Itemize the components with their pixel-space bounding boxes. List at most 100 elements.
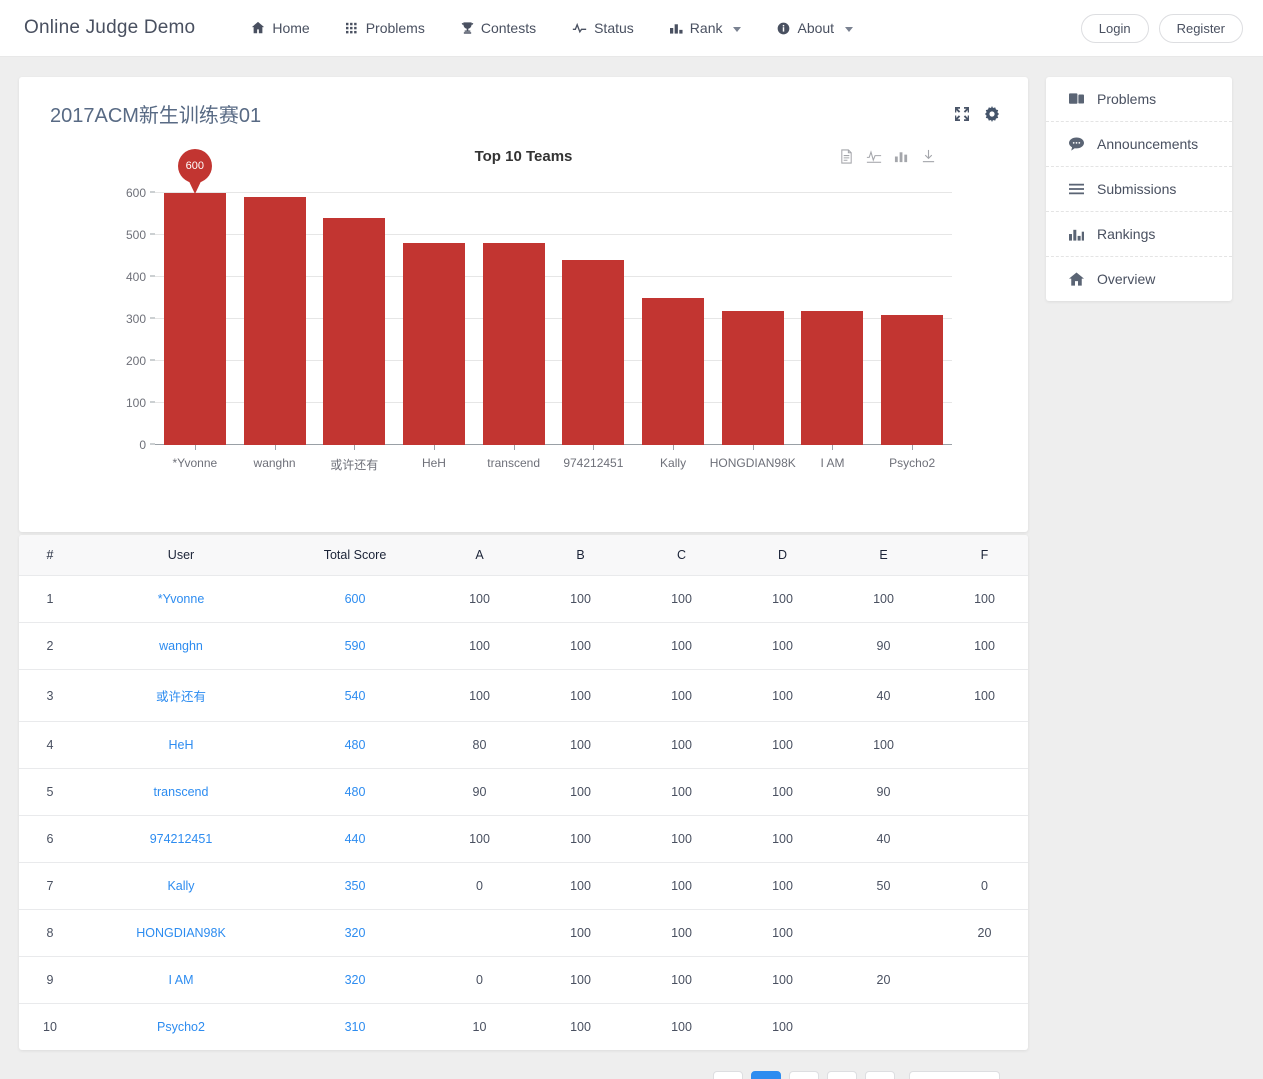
bar[interactable] bbox=[482, 243, 545, 445]
sidebar-item-problems[interactable]: Problems bbox=[1046, 77, 1232, 122]
cell-total-score[interactable]: 440 bbox=[281, 815, 429, 863]
bar[interactable] bbox=[881, 314, 944, 445]
prev-page-button[interactable]: ‹ bbox=[713, 1071, 744, 1079]
cell-rank: 6 bbox=[19, 815, 81, 863]
cell-user-link[interactable]: HONGDIAN98K bbox=[136, 926, 226, 940]
cell-total-score-link[interactable]: 320 bbox=[345, 926, 366, 940]
cell-user[interactable]: HeH bbox=[81, 721, 281, 769]
bar[interactable] bbox=[243, 197, 306, 445]
cell-total-score-link[interactable]: 590 bbox=[345, 639, 366, 653]
x-axis-tick-mark bbox=[832, 445, 834, 450]
cell-total-score[interactable]: 310 bbox=[281, 1004, 429, 1051]
bar-group[interactable]: Psycho2 bbox=[872, 193, 952, 470]
bar-group[interactable]: HONGDIAN98K bbox=[710, 193, 796, 470]
cell-user-link[interactable]: HeH bbox=[168, 738, 193, 752]
cell-user-link[interactable]: Kally bbox=[167, 879, 194, 893]
page-button-2[interactable]: 2 bbox=[789, 1071, 820, 1079]
x-axis-tick-label: 974212451 bbox=[563, 456, 624, 470]
bar-group[interactable]: wanghn bbox=[235, 193, 315, 470]
page-button-3[interactable]: 3 bbox=[827, 1071, 858, 1079]
cell-user[interactable]: *Yvonne bbox=[81, 575, 281, 623]
nav-item-status[interactable]: Status bbox=[554, 20, 652, 36]
bar-group[interactable]: 600 *Yvonne bbox=[155, 149, 235, 470]
login-button[interactable]: Login bbox=[1080, 14, 1149, 43]
cell-total-score[interactable]: 590 bbox=[281, 622, 429, 670]
cell-total-score-link[interactable]: 310 bbox=[345, 1020, 366, 1034]
nav-item-home[interactable]: Home bbox=[233, 20, 327, 36]
cell-user[interactable]: Psycho2 bbox=[81, 1004, 281, 1051]
bar[interactable] bbox=[323, 218, 386, 445]
cell-user[interactable]: HONGDIAN98K bbox=[81, 909, 281, 957]
nav-item-about[interactable]: About bbox=[759, 20, 871, 36]
bar-chart-icon[interactable] bbox=[894, 149, 909, 164]
sidebar-item-overview[interactable]: Overview bbox=[1046, 257, 1232, 301]
page-size-select[interactable]: 10 /page bbox=[909, 1071, 1000, 1079]
cell-total-score-link[interactable]: 320 bbox=[345, 973, 366, 987]
brand-logo[interactable]: Online Judge Demo bbox=[24, 17, 195, 39]
cell-problem-e: 90 bbox=[833, 622, 934, 670]
cell-total-score-link[interactable]: 350 bbox=[345, 879, 366, 893]
cell-problem-d: 100 bbox=[732, 956, 833, 1004]
bar[interactable] bbox=[721, 310, 784, 445]
bar[interactable] bbox=[801, 310, 864, 445]
bar-group[interactable]: I AM bbox=[793, 193, 873, 470]
sidebar-item-announcements[interactable]: Announcements bbox=[1046, 122, 1232, 167]
cell-user[interactable]: transcend bbox=[81, 768, 281, 816]
data-view-icon[interactable] bbox=[839, 149, 854, 164]
cell-total-score-link[interactable]: 480 bbox=[345, 785, 366, 799]
cell-total-score[interactable]: 540 bbox=[281, 669, 429, 722]
table-row: 9I AM 320 0 100 100 100 20 bbox=[19, 956, 1028, 1004]
gear-icon[interactable] bbox=[984, 105, 1000, 122]
cell-user-link[interactable]: transcend bbox=[154, 785, 209, 799]
pulse-icon bbox=[572, 22, 587, 35]
nav-item-problems[interactable]: Problems bbox=[328, 20, 443, 36]
cell-user-link[interactable]: 974212451 bbox=[150, 832, 213, 846]
bar[interactable] bbox=[402, 243, 465, 445]
download-icon[interactable] bbox=[921, 149, 936, 164]
cell-user[interactable]: I AM bbox=[81, 956, 281, 1004]
cell-user-link[interactable]: 或许还有 bbox=[156, 690, 206, 704]
bar[interactable] bbox=[642, 298, 705, 445]
nav-item-contests[interactable]: Contests bbox=[443, 20, 554, 36]
cell-user[interactable]: 或许还有 bbox=[81, 669, 281, 722]
x-axis-tick-mark bbox=[673, 445, 675, 450]
bar-chart-icon bbox=[1068, 228, 1084, 241]
cell-total-score-link[interactable]: 440 bbox=[345, 832, 366, 846]
cell-user[interactable]: wanghn bbox=[81, 622, 281, 670]
cell-total-score[interactable]: 480 bbox=[281, 721, 429, 769]
table-row: 2 wanghn 590 100 100 100 100 90 100 bbox=[19, 622, 1028, 670]
expand-icon[interactable] bbox=[954, 106, 970, 122]
cell-user-link[interactable]: Psycho2 bbox=[157, 1020, 205, 1034]
cell-user-link[interactable]: I AM bbox=[168, 973, 193, 987]
cell-total-score-link[interactable]: 540 bbox=[345, 689, 366, 703]
cell-user[interactable]: Kally bbox=[81, 862, 281, 910]
bar-group[interactable]: 或许还有 bbox=[314, 193, 394, 472]
bar[interactable] bbox=[562, 260, 625, 445]
bar-group[interactable]: transcend bbox=[474, 193, 554, 470]
cell-total-score[interactable]: 350 bbox=[281, 862, 429, 910]
chevron-down-icon bbox=[845, 26, 854, 32]
bar-group[interactable]: Kally bbox=[633, 193, 713, 470]
cell-user[interactable]: 974212451 bbox=[81, 815, 281, 863]
cell-total-score[interactable]: 320 bbox=[281, 909, 429, 957]
cell-total-score[interactable]: 320 bbox=[281, 956, 429, 1004]
cell-user-link[interactable]: *Yvonne bbox=[158, 592, 205, 606]
nav-item-rank[interactable]: Rank bbox=[652, 20, 760, 36]
cell-problem-e: 90 bbox=[833, 768, 934, 816]
cell-total-score-link[interactable]: 480 bbox=[345, 738, 366, 752]
bar[interactable]: 600 bbox=[163, 149, 226, 445]
cell-user-link[interactable]: wanghn bbox=[159, 639, 203, 653]
sidebar-item-rankings[interactable]: Rankings bbox=[1046, 212, 1232, 257]
cell-total-score[interactable]: 600 bbox=[281, 575, 429, 623]
cell-problem-d: 100 bbox=[732, 909, 833, 957]
bar-group[interactable]: 974212451 bbox=[554, 193, 634, 470]
next-page-button[interactable]: › bbox=[865, 1071, 896, 1079]
bar-group[interactable]: HeH bbox=[394, 193, 474, 470]
page-button-1[interactable]: 1 bbox=[751, 1071, 782, 1079]
cell-total-score[interactable]: 480 bbox=[281, 768, 429, 816]
register-button[interactable]: Register bbox=[1158, 14, 1243, 43]
table-row: 6 974212451 440 100 100 100 100 40 bbox=[19, 815, 1028, 863]
cell-total-score-link[interactable]: 600 bbox=[345, 592, 366, 606]
line-chart-icon[interactable] bbox=[866, 149, 882, 164]
sidebar-item-submissions[interactable]: Submissions bbox=[1046, 167, 1232, 212]
